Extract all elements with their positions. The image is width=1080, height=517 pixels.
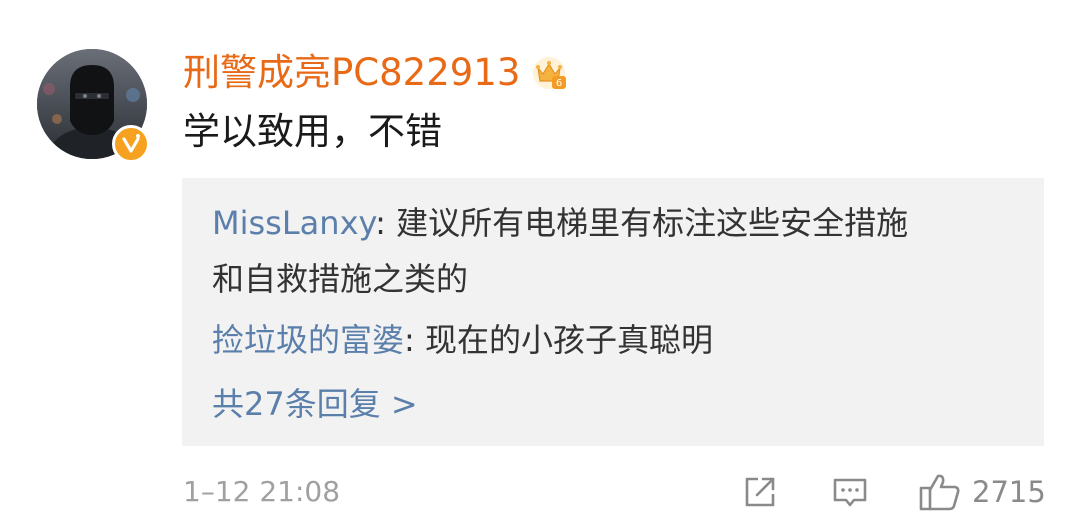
reply-item[interactable]: MissLanxy: 建议所有电梯里有标注这些安全措施 <box>212 195 908 251</box>
reply-separator: : <box>375 204 397 242</box>
reply-item[interactable]: 捡垃圾的富婆: 现在的小孩子真聪明 <box>212 312 713 368</box>
comment-username[interactable]: 刑警成亮PC822913 <box>183 48 520 98</box>
svg-text:6: 6 <box>556 78 562 89</box>
comment-timestamp: 1–12 21:08 <box>183 475 341 508</box>
more-replies-link[interactable]: 共27条回复 > <box>212 376 418 432</box>
comment-icon <box>833 478 867 507</box>
share-button[interactable] <box>740 470 780 514</box>
reply-text-continued: 和自救措施之类的 <box>212 260 469 298</box>
reply-text: 建议所有电梯里有标注这些安全措施 <box>396 204 909 242</box>
comment-text: 学以致用，不错 <box>183 110 442 153</box>
like-count: 2715 <box>972 475 1046 509</box>
thumbs-up-icon <box>919 474 960 511</box>
share-icon <box>745 477 775 507</box>
like-button[interactable]: 2715 <box>918 470 1046 514</box>
replies-panel[interactable]: MissLanxy: 建议所有电梯里有标注这些安全措施 和自救措施之类的 捡垃圾… <box>182 178 1044 446</box>
verified-badge-icon <box>112 125 150 163</box>
comment-header: 刑警成亮PC822913 6 <box>183 48 568 98</box>
vip-crown-icon: 6 <box>533 57 567 89</box>
reply-username[interactable]: MissLanxy <box>212 204 375 242</box>
reply-text: 现在的小孩子真聪明 <box>424 321 713 359</box>
reply-username[interactable]: 捡垃圾的富婆 <box>212 321 404 359</box>
reply-separator: : <box>404 321 425 359</box>
comment-button[interactable] <box>830 470 870 514</box>
